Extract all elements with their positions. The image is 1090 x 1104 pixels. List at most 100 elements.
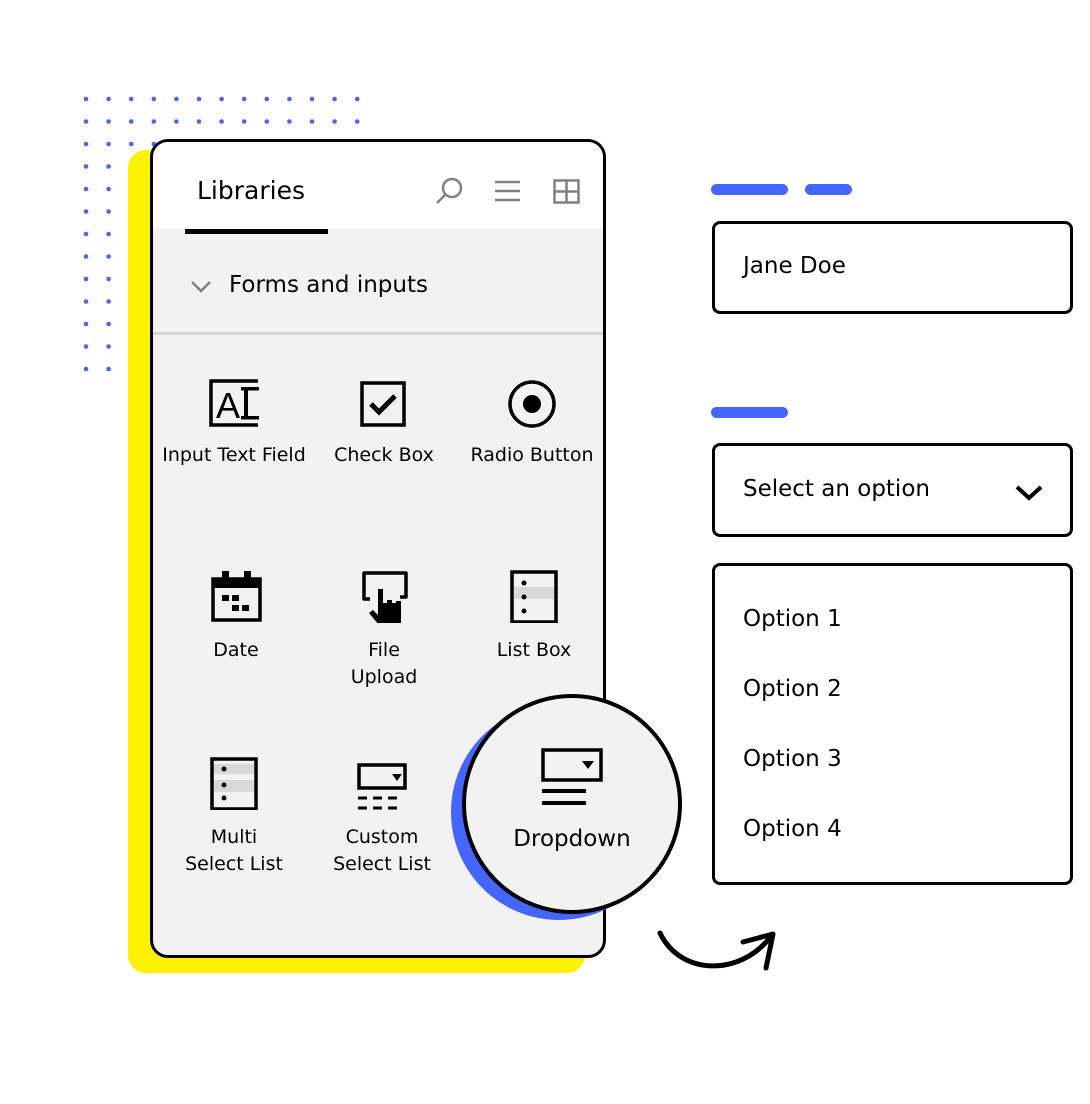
decor-dot <box>83 254 89 259</box>
dropdown-label: Dropdown <box>513 826 631 852</box>
item-check-box[interactable]: Check Box <box>309 378 459 469</box>
decor-dot <box>128 96 134 102</box>
section-title: Forms and inputs <box>229 272 428 298</box>
item-label: Custom Select List <box>333 826 431 875</box>
decor-dot <box>264 119 270 124</box>
decor-dot <box>106 96 111 102</box>
chevron-down-icon <box>1015 485 1043 501</box>
item-date[interactable]: Date <box>161 569 311 664</box>
decor-dot <box>106 119 111 124</box>
label-placeholder-bar <box>805 184 852 195</box>
decor-dot <box>83 366 89 372</box>
decor-dot <box>106 344 111 349</box>
decor-dot <box>106 141 111 147</box>
item-custom-select-list[interactable]: Custom Select List <box>307 762 457 878</box>
decor-dot <box>264 96 270 102</box>
decor-dot <box>128 141 134 147</box>
item-list-box[interactable]: List Box <box>459 569 603 664</box>
decor-dot <box>83 344 89 349</box>
item-label: Check Box <box>334 444 434 466</box>
decor-dot <box>174 96 179 102</box>
decor-dot <box>83 141 89 147</box>
text-field-icon: A <box>209 379 259 427</box>
name-text-input[interactable]: Jane Doe <box>712 221 1073 314</box>
tab-libraries[interactable]: Libraries <box>185 142 328 234</box>
decor-dot <box>83 231 89 237</box>
option-item[interactable]: Option 3 <box>743 746 842 772</box>
option-item[interactable]: Option 4 <box>743 816 842 842</box>
decor-dot <box>287 119 292 124</box>
decor-dot <box>106 186 111 192</box>
dropdown-icon <box>541 748 603 805</box>
grid-view-icon[interactable] <box>553 179 580 204</box>
decor-dot <box>309 119 315 124</box>
section-forms-and-inputs[interactable]: Forms and inputs <box>153 234 603 335</box>
item-label: Date <box>213 639 259 661</box>
decor-dot <box>106 299 111 304</box>
decor-dot <box>83 119 89 124</box>
decor-dot <box>128 119 134 124</box>
decor-dot <box>106 321 111 327</box>
tab-label: Libraries <box>197 176 305 205</box>
option-item[interactable]: Option 1 <box>743 606 842 632</box>
decor-dot <box>332 96 337 102</box>
item-file-upload[interactable]: File Upload <box>309 569 459 691</box>
decor-dot <box>219 96 224 102</box>
decor-dot <box>83 164 89 169</box>
item-label: List Box <box>496 639 572 661</box>
multi-select-icon <box>210 757 258 810</box>
custom-select-icon <box>357 763 407 810</box>
calendar-icon <box>211 571 262 622</box>
search-icon[interactable] <box>434 176 464 206</box>
decor-dot <box>83 321 89 327</box>
decor-dot <box>83 186 89 192</box>
options-list: Option 1 Option 2 Option 3 Option 4 <box>712 563 1073 885</box>
decor-dot <box>151 96 157 102</box>
label-placeholder-bar <box>711 184 788 195</box>
decor-dot <box>83 96 89 102</box>
decor-dot <box>106 164 111 169</box>
decor-dot <box>106 276 111 282</box>
decor-dot <box>287 96 292 102</box>
item-label: Multi Select List <box>185 826 283 875</box>
decor-dot <box>83 209 89 214</box>
file-upload-icon <box>362 571 408 623</box>
decor-dot <box>174 119 179 124</box>
decor-dot <box>196 119 202 124</box>
list-view-icon[interactable] <box>495 180 521 202</box>
svg-text:A: A <box>216 385 240 426</box>
checkbox-icon <box>360 381 406 427</box>
select-value: Select an option <box>743 476 930 502</box>
decor-dot <box>332 119 337 124</box>
radio-icon <box>508 380 556 428</box>
decor-dot <box>83 276 89 282</box>
decor-dot <box>151 119 157 124</box>
decor-dot <box>106 254 111 259</box>
option-item[interactable]: Option 2 <box>743 676 842 702</box>
panel-header: Libraries <box>153 142 603 234</box>
select-dropdown[interactable]: Select an option <box>712 443 1073 537</box>
decor-dot <box>354 96 360 102</box>
decor-dot <box>309 96 315 102</box>
decor-dot <box>196 96 202 102</box>
item-label: Radio Button <box>470 444 594 466</box>
item-input-text-field[interactable]: A Input Text Field <box>159 378 309 469</box>
list-box-icon <box>510 570 558 623</box>
text-input-value: Jane Doe <box>743 253 846 279</box>
decor-dot <box>241 96 247 102</box>
decor-dot <box>106 231 111 237</box>
label-placeholder-bar <box>711 407 788 418</box>
item-label: Input Text Field <box>162 444 306 466</box>
item-radio-button[interactable]: Radio Button <box>457 378 603 469</box>
curved-arrow-icon <box>657 930 776 971</box>
decor-dot <box>219 119 224 124</box>
decor-dot <box>106 209 111 214</box>
decor-dot <box>83 299 89 304</box>
chevron-down-icon <box>191 281 211 293</box>
decor-dot <box>106 366 111 372</box>
item-dropdown-highlighted[interactable]: Dropdown <box>462 694 682 914</box>
item-label: File Upload <box>350 639 418 688</box>
decor-dot <box>354 119 360 124</box>
item-multi-select-list[interactable]: Multi Select List <box>159 756 309 878</box>
decor-dot <box>241 119 247 124</box>
